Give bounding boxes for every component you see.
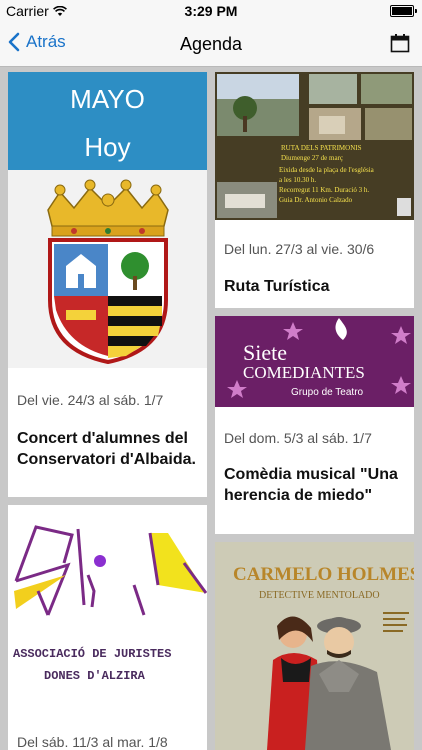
siete-title: Siete <box>243 340 287 365</box>
event-date: Del lun. 27/3 al vie. 30/6 <box>224 241 375 257</box>
status-time: 3:29 PM <box>184 3 238 19</box>
event-title: Ruta Turística <box>224 278 330 295</box>
event-image: Siete COMEDIANTES Grupo de Teatro <box>215 316 414 407</box>
today-label: Hoy <box>84 132 131 162</box>
event-card[interactable]: CARMELO HOLMES DETECTIVE MENTOLADO <box>215 542 414 750</box>
event-card[interactable]: RUTA DELS PATRIMONIS Diumenge 27 de març… <box>215 72 414 308</box>
calendar-icon[interactable] <box>390 33 410 53</box>
carmelo-poster-image: CARMELO HOLMES DETECTIVE MENTOLADO <box>215 542 414 750</box>
event-title: Comèdia musical "Una herencia de miedo" <box>224 466 398 504</box>
page-title: Agenda <box>179 34 243 54</box>
shield-icon <box>397 198 411 216</box>
siete-tagline: Grupo de Teatro <box>291 387 364 398</box>
event-image: CARMELO HOLMES DETECTIVE MENTOLADO <box>215 542 414 750</box>
juristes-line-1: ASSOCIACIÓ DE JURISTES <box>13 646 171 661</box>
event-title: Concert d'alumnes del Conservatori d'Alb… <box>17 430 196 468</box>
route-line-3: Eixida desde la plaça de l'església <box>279 166 375 174</box>
juristes-logo-image: ASSOCIACIÓ DE JURISTES DONES D'ALZIRA <box>13 525 207 683</box>
today-header: MAYO Hoy <box>8 72 207 170</box>
event-image <box>8 170 207 368</box>
theatre-poster-image: Siete COMEDIANTES Grupo de Teatro <box>215 316 414 407</box>
route-line-1: RUTA DELS PATRIMONIS <box>281 144 362 152</box>
event-image: RUTA DELS PATRIMONIS Diumenge 27 de març… <box>215 72 414 220</box>
route-line-6: Guia Dr. Antonio Calzado <box>279 196 353 204</box>
event-date: Del sáb. 11/3 al mar. 1/8 <box>17 734 168 750</box>
event-date: Del vie. 24/3 al sáb. 1/7 <box>17 392 164 408</box>
route-line-5: Recorregut 11 Km. Duració 3 h. <box>279 186 369 194</box>
navigation-bar: Atrás Agenda <box>0 22 422 67</box>
status-bar: Carrier 3:29 PM <box>0 0 422 22</box>
event-image: ASSOCIACIÓ DE JURISTES DONES D'ALZIRA <box>8 505 207 710</box>
poster-subtitle: DETECTIVE MENTOLADO <box>259 590 380 601</box>
battery-icon <box>390 5 417 17</box>
juristes-line-2: DONES D'ALZIRA <box>44 669 146 683</box>
coat-of-arms-icon <box>47 179 169 365</box>
event-date: Del dom. 5/3 al sáb. 1/7 <box>224 430 372 446</box>
event-card[interactable]: Siete COMEDIANTES Grupo de Teatro Del do… <box>215 316 414 534</box>
siete-subtitle: COMEDIANTES <box>243 363 365 382</box>
month-label: MAYO <box>70 84 145 114</box>
poster-title: CARMELO HOLMES <box>233 564 414 585</box>
event-card[interactable]: MAYO Hoy Del vie. 24/3 al sáb. 1/7 Conce… <box>8 72 207 497</box>
route-poster-image: RUTA DELS PATRIMONIS Diumenge 27 de març… <box>215 72 414 220</box>
agenda-grid: MAYO Hoy Del vie. 24/3 al sáb. 1/7 Conce… <box>0 67 422 750</box>
route-line-2: Diumenge 27 de març <box>281 154 343 162</box>
route-line-4: a les 10.30 h. <box>279 176 316 184</box>
event-card[interactable]: ASSOCIACIÓ DE JURISTES DONES D'ALZIRA De… <box>8 505 207 750</box>
